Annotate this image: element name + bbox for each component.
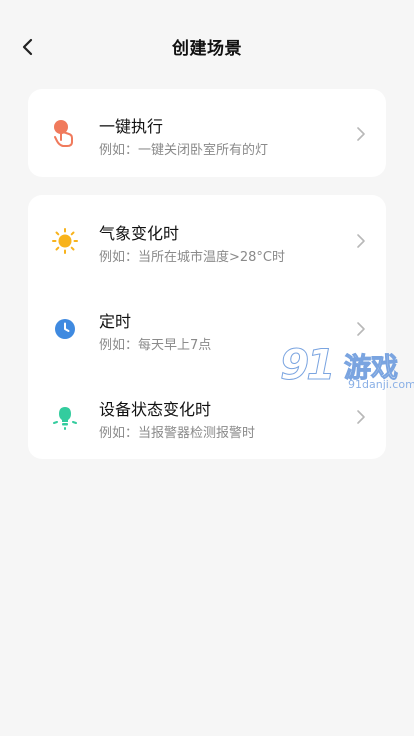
option-weather-change[interactable]: 气象变化时 例如：当所在城市温度>28°C时 (28, 195, 386, 283)
option-subtitle: 例如：一键关闭卧室所有的灯 (99, 143, 269, 158)
chevron-right-icon (357, 234, 365, 248)
card-triggers: 气象变化时 例如：当所在城市温度>28°C时 定时 例如：每天早上7点 设备状态… (28, 195, 386, 459)
option-title: 一键执行 (99, 117, 164, 136)
hand-tap-icon (50, 118, 80, 148)
option-subtitle: 例如：每天早上7点 (99, 338, 212, 353)
option-timer[interactable]: 定时 例如：每天早上7点 (28, 283, 386, 371)
sun-icon (50, 226, 80, 256)
option-device-state-change[interactable]: 设备状态变化时 例如：当报警器检测报警时 (28, 371, 386, 459)
option-title: 气象变化时 (99, 224, 180, 243)
header: 创建场景 (0, 0, 414, 92)
bulb-icon (50, 402, 80, 432)
clock-icon (50, 314, 80, 344)
option-title: 定时 (99, 312, 132, 331)
option-subtitle: 例如：当所在城市温度>28°C时 (99, 250, 286, 265)
page-title: 创建场景 (172, 39, 242, 59)
card-one-tap: 一键执行 例如：一键关闭卧室所有的灯 (28, 89, 386, 177)
option-subtitle: 例如：当报警器检测报警时 (99, 426, 256, 441)
option-one-tap-execute[interactable]: 一键执行 例如：一键关闭卧室所有的灯 (28, 89, 386, 177)
chevron-right-icon (357, 410, 365, 424)
option-title: 设备状态变化时 (99, 400, 212, 419)
chevron-right-icon (357, 322, 365, 336)
chevron-right-icon (357, 127, 365, 141)
